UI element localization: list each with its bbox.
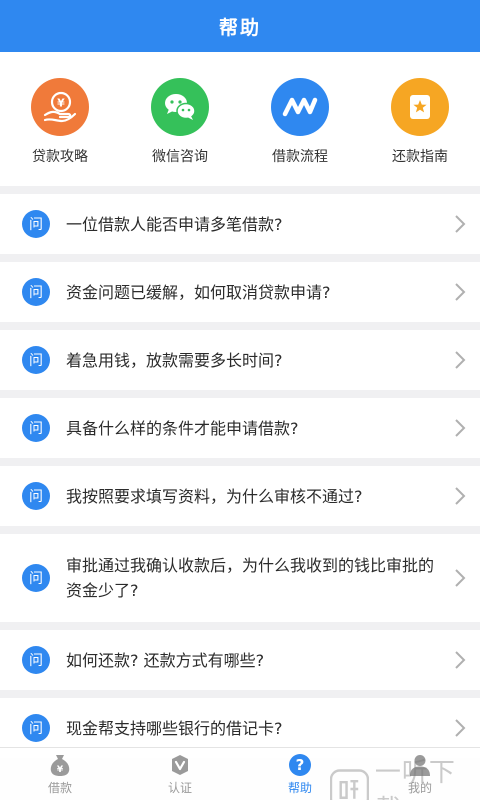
chevron-right-icon <box>440 282 480 302</box>
quick-link-wechat[interactable]: 微信咨询 <box>120 52 240 186</box>
loan-guide-icon: ¥ <box>31 78 89 136</box>
faq-question: 我按照要求填写资料，为什么审核不通过? <box>66 486 363 506</box>
svg-text:¥: ¥ <box>57 97 65 110</box>
question-badge-icon: 问 <box>22 210 50 238</box>
chevron-right-icon <box>440 650 480 670</box>
question-badge-icon: 问 <box>22 278 50 306</box>
faq-item[interactable]: 问 我按照要求填写资料，为什么审核不通过? <box>0 466 480 526</box>
page-title: 帮助 <box>218 16 261 39</box>
question-badge-icon: 问 <box>22 414 50 442</box>
faq-question: 具备什么样的条件才能申请借款? <box>66 418 299 438</box>
faq-question: 资金问题已缓解，如何取消贷款申请? <box>66 282 331 302</box>
faq-item[interactable]: 问 如何还款? 还款方式有哪些? <box>0 630 480 690</box>
quick-link-process[interactable]: 借款流程 <box>240 52 360 186</box>
question-badge-icon: 问 <box>22 564 50 592</box>
chevron-right-icon <box>440 214 480 234</box>
help-icon: ? <box>288 753 312 777</box>
faq-list: 问 一位借款人能否申请多笔借款? 问 资金问题已缓解，如何取消贷款申请? 问 着… <box>0 194 480 766</box>
faq-question: 现金帮支持哪些银行的借记卡? <box>66 718 283 738</box>
question-badge-icon: 问 <box>22 646 50 674</box>
tab-label: 帮助 <box>287 781 312 795</box>
money-bag-icon: ¥ <box>49 753 71 777</box>
svg-text:¥: ¥ <box>57 765 64 775</box>
process-icon <box>271 78 329 136</box>
question-badge-icon: 问 <box>22 482 50 510</box>
watermark-text: 一听下载 <box>374 758 456 800</box>
faq-question: 如何还款? 还款方式有哪些? <box>66 650 265 670</box>
chevron-right-icon <box>440 350 480 370</box>
faq-item[interactable]: 问 着急用钱，放款需要多长时间? <box>0 330 480 390</box>
question-badge-icon: 问 <box>22 346 50 374</box>
faq-item[interactable]: 问 审批通过我确认收款后，为什么我收到的钱比审批的资金少了? <box>0 534 480 622</box>
quick-link-repay-guide[interactable]: 还款指南 <box>360 52 480 186</box>
quick-link-label: 贷款攻略 <box>32 149 88 165</box>
quick-link-label: 还款指南 <box>392 149 448 165</box>
chevron-right-icon <box>440 718 480 738</box>
tab-label: 借款 <box>47 781 72 795</box>
watermark-logo-icon <box>330 769 369 800</box>
quick-links: ¥ 贷款攻略 微信咨询 借款流程 还款指南 <box>0 52 480 186</box>
tab-loan[interactable]: ¥ 借款 <box>0 748 120 800</box>
faq-question: 着急用钱，放款需要多长时间? <box>66 350 283 370</box>
quick-link-label: 微信咨询 <box>152 149 208 165</box>
svg-text:?: ? <box>296 756 305 774</box>
faq-item[interactable]: 问 资金问题已缓解，如何取消贷款申请? <box>0 262 480 322</box>
faq-question: 审批通过我确认收款后，为什么我收到的钱比审批的资金少了? <box>66 556 435 600</box>
verify-icon <box>168 753 192 777</box>
chevron-right-icon <box>440 418 480 438</box>
faq-question: 一位借款人能否申请多笔借款? <box>66 214 283 234</box>
tab-verify[interactable]: 认证 <box>120 748 240 800</box>
chevron-right-icon <box>440 568 480 588</box>
quick-link-label: 借款流程 <box>272 149 328 165</box>
wechat-icon <box>151 78 209 136</box>
header-bar: 帮助 <box>0 0 480 52</box>
watermark: 一听下载 <box>330 752 480 800</box>
question-badge-icon: 问 <box>22 714 50 742</box>
chevron-right-icon <box>440 486 480 506</box>
repay-guide-icon <box>391 78 449 136</box>
faq-item[interactable]: 问 具备什么样的条件才能申请借款? <box>0 398 480 458</box>
tab-label: 认证 <box>167 781 192 795</box>
quick-link-loan-guide[interactable]: ¥ 贷款攻略 <box>0 52 120 186</box>
faq-item[interactable]: 问 一位借款人能否申请多笔借款? <box>0 194 480 254</box>
